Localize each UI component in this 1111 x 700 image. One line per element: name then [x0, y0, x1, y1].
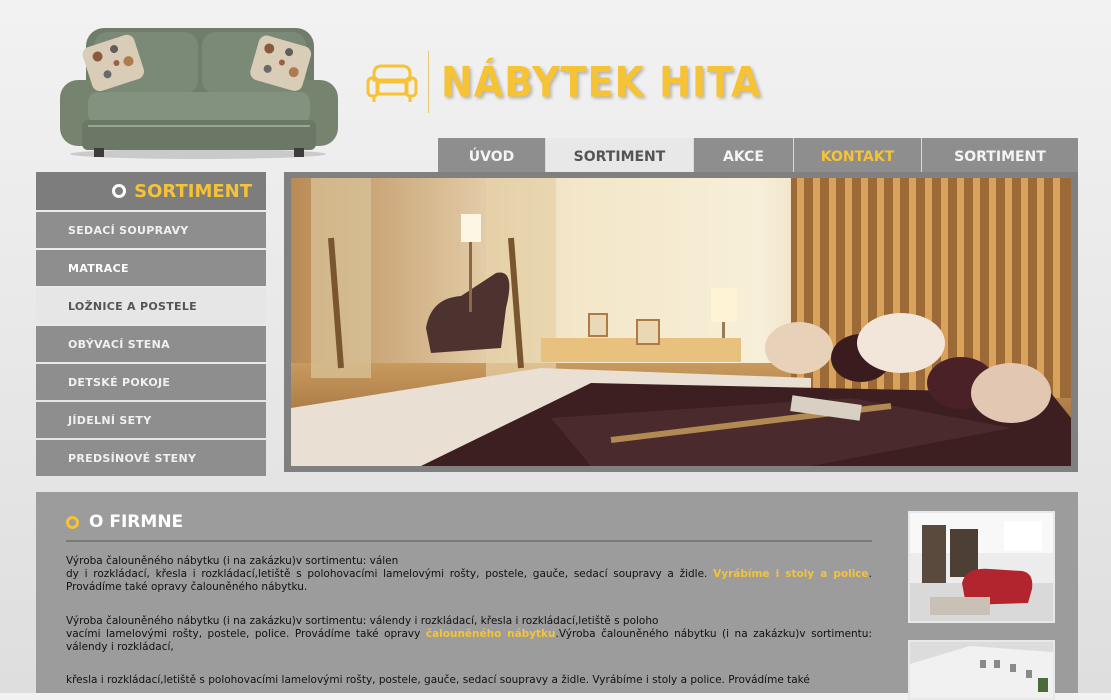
tab-label: AKCE: [723, 149, 764, 165]
highlight-link[interactable]: čalouněného nábytku: [426, 628, 556, 640]
tab-label: SORTIMENT: [954, 149, 1046, 165]
tab-kontakt[interactable]: KONTAKT: [794, 138, 922, 176]
top-navigation: ÚVOD SORTIMENT AKCE KONTAKT SORTIMENT: [438, 138, 1078, 176]
sidebar-item-label: MATRACE: [68, 261, 129, 275]
sidebar-item-jidelni-sety[interactable]: JÍDELNÍ SETY: [36, 402, 266, 438]
about-paragraph-2: Výroba čalouněného nábytku (i na zakázku…: [66, 615, 872, 654]
circle-bullet-icon: [112, 184, 127, 198]
about-heading: O FIRMNE: [66, 512, 183, 532]
about-paragraph-3: křesla i rozkládací,letiště s polohovací…: [66, 674, 872, 687]
circle-bullet-icon: [66, 515, 79, 529]
sidebar-item-sedaci-soupravy[interactable]: SEDACÍ SOUPRAVY: [36, 212, 266, 248]
logo-divider: [428, 51, 429, 113]
tab-sortiment-2[interactable]: SORTIMENT: [922, 138, 1078, 176]
thumbnail-building[interactable]: [908, 640, 1055, 700]
highlight-link[interactable]: Vyrábíme i stoly a police: [713, 568, 869, 580]
sidebar-title: SORTIMENT: [134, 180, 252, 202]
sofa-image: [58, 22, 340, 160]
tab-label: KONTAKT: [820, 149, 895, 165]
logo-text: NÁBYTEK HITA: [441, 57, 762, 107]
paragraph-text: Výroba čalouněného nábytku (i na zakázku…: [66, 615, 659, 627]
tab-label: ÚVOD: [468, 149, 515, 165]
about-paragraph-1: Výroba čalouněného nábytku (i na zakázku…: [66, 555, 872, 594]
sofa-logo-icon: [366, 64, 418, 102]
sidebar-item-label: PREDSÍNOVÉ STENY: [68, 451, 197, 465]
divider: [66, 540, 872, 542]
sidebar: SORTIMENT SEDACÍ SOUPRAVY MATRACE LOŽNIC…: [36, 172, 266, 476]
paragraph-text: dy i rozkládací, křesla i rozkládací,let…: [66, 568, 714, 580]
paragraph-text: křesla i rozkládací,letiště s polohovací…: [66, 674, 810, 686]
sidebar-item-loznice-a-postele[interactable]: LOŽNICE A POSTELE: [36, 288, 266, 324]
sidebar-header: SORTIMENT: [36, 172, 266, 210]
sidebar-item-label: DETSKÉ POKOJE: [68, 375, 171, 389]
tab-label: SORTIMENT: [573, 149, 666, 165]
sidebar-item-label: SEDACÍ SOUPRAVY: [68, 223, 189, 237]
thumbnail-living-room[interactable]: [908, 511, 1055, 623]
sidebar-item-label: OBÝVACÍ STENA: [68, 337, 170, 351]
sidebar-item-label: JÍDELNÍ SETY: [68, 413, 152, 427]
tab-uvod[interactable]: ÚVOD: [438, 138, 546, 176]
sidebar-item-detske-pokoje[interactable]: DETSKÉ POKOJE: [36, 364, 266, 400]
about-title: O FIRMNE: [89, 512, 184, 532]
sidebar-item-predsinove-steny[interactable]: PREDSÍNOVÉ STENY: [36, 440, 266, 476]
sidebar-item-label: LOŽNICE A POSTELE: [68, 299, 197, 313]
hero-bedroom-image: [291, 178, 1071, 466]
logo[interactable]: NÁBYTEK HITA: [366, 51, 762, 113]
paragraph-text: Výroba čalouněného nábytku (i na zakázku…: [66, 555, 399, 567]
sidebar-item-matrace[interactable]: MATRACE: [36, 250, 266, 286]
tab-sortiment[interactable]: SORTIMENT: [546, 138, 694, 176]
paragraph-text: vacími lamelovými rošty, postele, police…: [66, 628, 426, 640]
sidebar-item-obyvaci-stena[interactable]: OBÝVACÍ STENA: [36, 326, 266, 362]
tab-akce[interactable]: AKCE: [694, 138, 794, 176]
